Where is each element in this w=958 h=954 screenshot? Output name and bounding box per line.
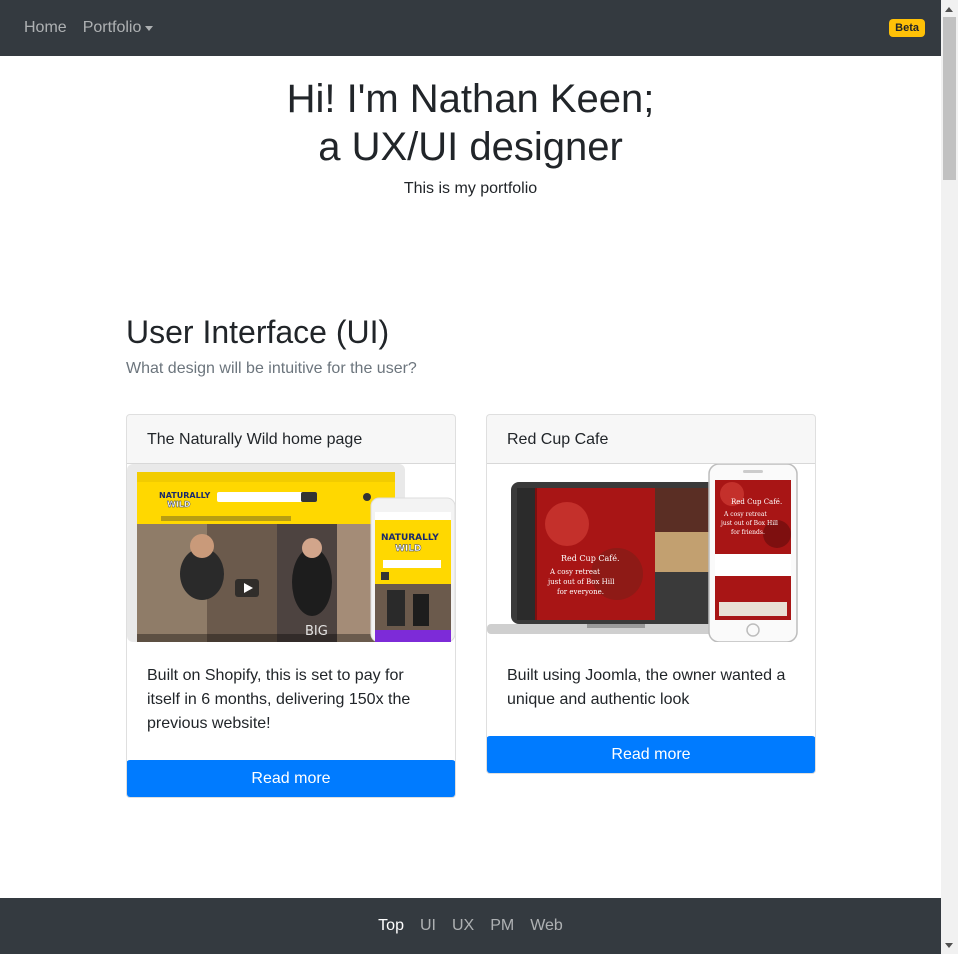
card-text: Built using Joomla, the owner wanted a u… [507,667,786,708]
card-body: Built using Joomla, the owner wanted a u… [487,642,815,736]
hero-title: Hi! I'm Nathan Keen; a UX/UI designer [0,75,941,171]
hero-section: Hi! I'm Nathan Keen; a UX/UI designer Th… [0,56,941,198]
section-subtitle: What design will be intuitive for the us… [126,360,417,377]
hero-title-line1: Hi! I'm Nathan Keen; [286,77,655,121]
naturally-wild-mockup-icon: NATURALLY WILD BIG NATURALLY WILD [127,464,455,643]
red-cup-cafe-screenshot-image: Red Cup Café. A cosy retreat just out of… [487,463,815,643]
scrollbar-thumb[interactable] [943,17,956,180]
svg-text:NATURALLY: NATURALLY [159,491,211,500]
svg-text:just out of Box Hill: just out of Box Hill [547,578,615,586]
footer-link-web[interactable]: Web [530,917,563,935]
footer-link-ux[interactable]: UX [452,917,474,935]
scroll-up-arrow-icon[interactable] [945,7,953,12]
card-header: The Naturally Wild home page [127,415,455,464]
nav-portfolio-dropdown[interactable]: Portfolio [83,19,154,37]
portfolio-card-red-cup-cafe: Red Cup Cafe Red Cup Café. A cosy retrea… [486,414,816,774]
nav-home-link[interactable]: Home [24,19,67,37]
phone-tagline-text: Red Cup Café. [731,498,782,506]
chevron-down-icon [145,25,154,31]
hero-subtitle: This is my portfolio [403,180,538,197]
svg-text:NATURALLY: NATURALLY [381,533,439,543]
beta-badge: Beta [889,19,925,37]
svg-text:A cosy retreat: A cosy retreat [723,511,767,518]
page-scrollbar[interactable] [941,0,958,954]
card-text: Built on Shopify, this is set to pay for… [147,667,411,732]
svg-text:for everyone.: for everyone. [557,588,604,596]
portfolio-card-naturally-wild: The Naturally Wild home page NATURALLY W… [126,414,456,798]
footer-link-ui[interactable]: UI [420,917,436,935]
svg-text:WILD: WILD [167,500,191,509]
scroll-down-arrow-icon[interactable] [945,943,953,948]
svg-text:WILD: WILD [395,544,421,554]
top-navbar: Home Portfolio Beta [0,0,941,56]
video-overlay-text: BIG [305,624,328,639]
card-header: Red Cup Cafe [487,415,815,464]
svg-text:for friends.: for friends. [731,529,765,536]
naturally-wild-screenshot-image: NATURALLY WILD BIG NATURALLY WILD [127,464,455,643]
section-title: User Interface (UI) [126,314,390,350]
read-more-button[interactable]: Read more [487,736,815,773]
svg-text:just out of Box Hill: just out of Box Hill [720,520,778,527]
footer-navbar: Top UI UX PM Web [0,898,941,954]
svg-text:A cosy retreat: A cosy retreat [549,568,600,576]
card-body: Built on Shopify, this is set to pay for… [127,642,455,760]
nav-portfolio-label: Portfolio [82,19,142,36]
read-more-button[interactable]: Read more [127,760,455,797]
red-cup-cafe-mockup-icon: Red Cup Café. A cosy retreat just out of… [487,463,798,643]
laptop-tagline-text: Red Cup Café. [561,554,620,563]
footer-link-top[interactable]: Top [378,917,404,935]
hero-title-line2: a UX/UI designer [318,125,623,169]
footer-link-pm[interactable]: PM [490,917,514,935]
